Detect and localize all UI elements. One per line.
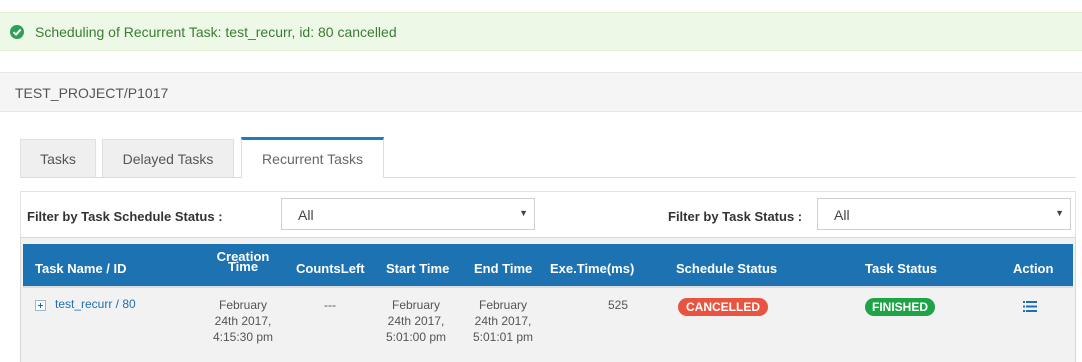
task-status-filter-label: Filter by Task Status :: [668, 209, 803, 224]
header-task-name: Task Name / ID: [35, 261, 127, 276]
schedule-status-filter-label: Filter by Task Schedule Status :: [27, 209, 223, 224]
creation-time-cell: February 24th 2017, 4:15:30 pm: [193, 297, 293, 345]
tasks-table: Task Name / ID Creation Time CountsLeft …: [20, 237, 1076, 362]
list-icon[interactable]: [1023, 299, 1037, 312]
header-task-status: Task Status: [865, 261, 938, 276]
header-creation-line2: Time: [227, 259, 259, 274]
task-name-link[interactable]: test_recurr / 80: [55, 297, 136, 311]
creation-line2: 24th 2017,: [214, 314, 272, 328]
creation-line1: February: [218, 298, 268, 312]
start-time-cell: February 24th 2017, 5:01:00 pm: [376, 297, 456, 345]
schedule-status-select-value: All: [298, 207, 314, 223]
tab-bar: Tasks Delayed Tasks Recurrent Tasks: [20, 137, 1076, 178]
task-status-select[interactable]: All ▼: [817, 198, 1071, 230]
start-line3: 5:01:00 pm: [385, 330, 447, 344]
expand-icon[interactable]: [35, 300, 46, 311]
filter-bar: Filter by Task Schedule Status : All ▼ F…: [20, 191, 1076, 237]
header-schedule-status: Schedule Status: [676, 261, 778, 276]
chevron-down-icon: ▼: [1055, 208, 1064, 218]
success-alert: Scheduling of Recurrent Task: test_recur…: [0, 12, 1082, 51]
creation-line3: 4:15:30 pm: [212, 330, 274, 344]
task-status-badge: FINISHED: [865, 298, 935, 316]
alert-message: Scheduling of Recurrent Task: test_recur…: [35, 24, 397, 40]
breadcrumb: TEST_PROJECT/P1017: [0, 72, 1082, 112]
task-status-select-value: All: [834, 207, 850, 223]
table-header: Task Name / ID Creation Time CountsLeft …: [23, 244, 1073, 286]
counts-left-cell: ---: [324, 298, 336, 312]
tab-recurrent-tasks[interactable]: Recurrent Tasks: [241, 137, 384, 178]
table-row: test_recurr / 80 February 24th 2017, 4:1…: [23, 286, 1073, 360]
chevron-down-icon: ▼: [519, 208, 528, 218]
start-line2: 24th 2017,: [387, 314, 445, 328]
header-exe-time: Exe.Time(ms): [550, 261, 635, 276]
schedule-status-select[interactable]: All ▼: [281, 198, 535, 230]
end-line1: February: [478, 298, 528, 312]
tab-delayed-tasks[interactable]: Delayed Tasks: [102, 139, 234, 177]
exe-time-cell: 525: [607, 298, 629, 312]
schedule-status-badge: CANCELLED: [678, 298, 768, 316]
header-counts-left: CountsLeft: [296, 261, 365, 276]
header-start-time: Start Time: [386, 261, 450, 276]
check-circle-icon: [10, 25, 24, 39]
end-time-cell: February 24th 2017, 5:01:01 pm: [463, 297, 543, 345]
breadcrumb-text: TEST_PROJECT/P1017: [15, 85, 169, 101]
end-line2: 24th 2017,: [474, 314, 532, 328]
header-action: Action: [1013, 261, 1054, 276]
header-end-time: End Time: [474, 261, 533, 276]
tab-tasks[interactable]: Tasks: [20, 139, 96, 177]
start-line1: February: [391, 298, 441, 312]
header-creation-time: Creation Time: [213, 250, 273, 274]
end-line3: 5:01:01 pm: [472, 330, 534, 344]
